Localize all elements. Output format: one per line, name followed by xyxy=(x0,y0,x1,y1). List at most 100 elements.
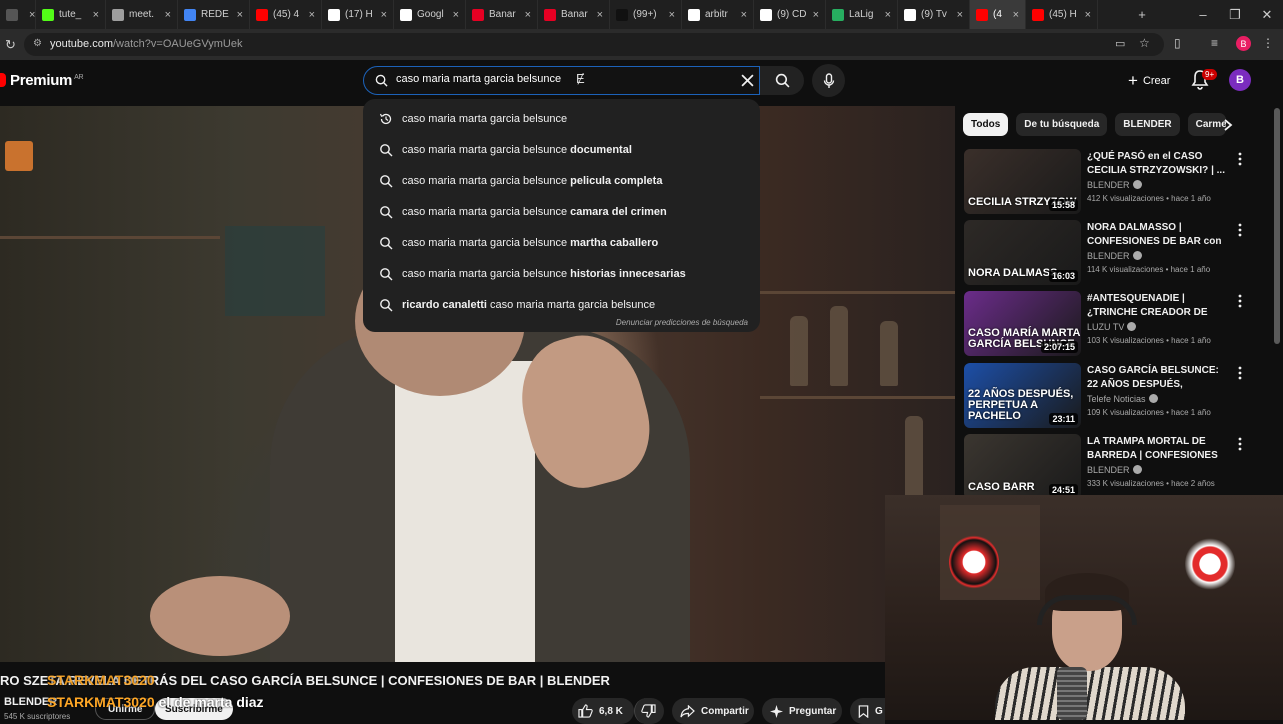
recommended-channel[interactable]: LUZU TV xyxy=(1087,322,1137,332)
browser-tab[interactable]: tute_ × xyxy=(36,0,106,29)
browser-menu-icon[interactable]: ⋮ xyxy=(1262,36,1274,50)
like-button[interactable]: 6,8 K xyxy=(572,698,634,724)
share-button[interactable]: Compartir xyxy=(672,698,754,724)
recommended-video[interactable]: CECILIA STRZYZOW 15:58 ¿QUÉ PASÓ en el CAS… xyxy=(963,149,1263,217)
search-box[interactable]: caso maria marta garcia belsunce Ɇ xyxy=(363,66,760,95)
more-options-icon[interactable] xyxy=(1235,293,1245,309)
clear-search-icon[interactable] xyxy=(741,74,754,87)
save-button[interactable]: G xyxy=(850,698,885,724)
close-tab-icon[interactable]: × xyxy=(453,9,459,21)
video-thumbnail[interactable]: NORA DALMASS 16:03 xyxy=(964,220,1081,285)
background-bottle xyxy=(790,316,808,386)
create-button[interactable]: + Crear xyxy=(1118,67,1180,94)
browser-tab[interactable]: (9) CD × xyxy=(754,0,826,29)
cast-icon[interactable]: ▭ xyxy=(1115,37,1125,50)
recommended-video[interactable]: CASO BARR 24:51 LA TRAMPA MORTAL DE BARRED… xyxy=(963,434,1263,495)
close-tab-icon[interactable]: × xyxy=(957,9,963,21)
dislike-button[interactable] xyxy=(634,698,664,724)
browser-tab[interactable]: meet. × xyxy=(106,0,178,29)
search-suggestion[interactable]: ricardo canaletti caso maria marta garci… xyxy=(363,289,760,320)
close-tab-icon[interactable]: × xyxy=(1085,9,1091,21)
close-window-icon[interactable]: ✕ xyxy=(1252,0,1282,29)
browser-address-bar: ↻ ⚙ youtube.com/watch?v=OAUeGVymUek ▭ ☆ … xyxy=(0,29,1283,60)
browser-tab[interactable]: LaLig × xyxy=(826,0,898,29)
tab-title: (45) H xyxy=(1049,9,1077,20)
recommended-title[interactable]: LA TRAMPA MORTAL DE BARREDA | CONFESIONE… xyxy=(1087,435,1229,463)
more-options-icon[interactable] xyxy=(1235,222,1245,238)
browser-tab[interactable]: (45) 4 × xyxy=(250,0,322,29)
close-tab-icon[interactable]: × xyxy=(381,9,387,21)
search-suggestion[interactable]: caso maria marta garcia belsunce xyxy=(363,103,760,134)
search-suggestion[interactable]: caso maria marta garcia belsunce martha … xyxy=(363,227,760,258)
ask-button[interactable]: Preguntar xyxy=(762,698,842,724)
filter-chip[interactable]: De tu búsqueda xyxy=(1016,113,1108,136)
recommended-channel[interactable]: BLENDER xyxy=(1087,465,1142,475)
recommended-channel[interactable]: Telefe Noticias xyxy=(1087,394,1158,404)
browser-tab[interactable]: H× xyxy=(0,0,36,29)
video-thumbnail[interactable]: CECILIA STRZYZOW 15:58 xyxy=(964,149,1081,214)
close-tab-icon[interactable]: × xyxy=(93,9,99,21)
close-tab-icon[interactable]: × xyxy=(1013,9,1019,21)
close-tab-icon[interactable]: × xyxy=(669,9,675,21)
more-options-icon[interactable] xyxy=(1235,365,1245,381)
search-suggestion[interactable]: caso maria marta garcia belsunce pelicul… xyxy=(363,165,760,196)
site-info-icon[interactable]: ⚙ xyxy=(33,38,42,49)
recommended-video[interactable]: 22 AÑOS DESPUÉS, PERPETUA A PACHELO 23:11… xyxy=(963,363,1263,431)
recommended-video[interactable]: NORA DALMASS 16:03 NORA DALMASSO | CONFESI… xyxy=(963,220,1263,288)
video-thumbnail[interactable]: CASO MARÍA MARTA GARCÍA BELSUNCE 2:07:15 xyxy=(964,291,1081,356)
browser-tab[interactable]: (9) Tv × xyxy=(898,0,970,29)
more-options-icon[interactable] xyxy=(1235,436,1245,452)
account-avatar[interactable]: B xyxy=(1229,69,1251,91)
voice-search-button[interactable] xyxy=(812,64,845,97)
browser-tab[interactable]: arbitr × xyxy=(682,0,754,29)
close-tab-icon[interactable]: × xyxy=(525,9,531,21)
browser-tab[interactable]: REDE × xyxy=(178,0,250,29)
browser-tab[interactable]: Googl × xyxy=(394,0,466,29)
recommended-title[interactable]: #ANTESQUENADIE | ¿TRINCHE CREADOR DE CHA… xyxy=(1087,292,1229,320)
streamer-webcam-overlay xyxy=(885,495,1283,720)
browser-tab[interactable]: (99+) × xyxy=(610,0,682,29)
browser-tab[interactable]: (4 × xyxy=(970,0,1026,29)
new-tab-button[interactable]: + xyxy=(1127,0,1157,29)
maximize-icon[interactable]: ❐ xyxy=(1220,0,1250,29)
scrollbar-thumb[interactable] xyxy=(1274,108,1280,344)
close-tab-icon[interactable]: × xyxy=(165,9,171,21)
chevron-right-icon[interactable] xyxy=(1220,116,1236,134)
close-tab-icon[interactable]: × xyxy=(29,9,35,21)
bookmark-star-icon[interactable]: ☆ xyxy=(1139,36,1150,50)
more-options-icon[interactable] xyxy=(1235,151,1245,167)
search-suggestion[interactable]: caso maria marta garcia belsunce documen… xyxy=(363,134,760,165)
search-button[interactable] xyxy=(760,66,804,95)
close-tab-icon[interactable]: × xyxy=(741,9,747,21)
close-tab-icon[interactable]: × xyxy=(309,9,315,21)
recommended-video[interactable]: CASO MARÍA MARTA GARCÍA BELSUNCE 2:07:15 #… xyxy=(963,291,1263,359)
search-suggestion[interactable]: caso maria marta garcia belsunce camara … xyxy=(363,196,760,227)
minimize-icon[interactable]: – xyxy=(1188,0,1218,29)
report-predictions-link[interactable]: Denunciar predicciones de búsqueda xyxy=(616,318,748,327)
browser-tab[interactable]: (17) H × xyxy=(322,0,394,29)
reload-icon[interactable]: ↻ xyxy=(5,37,16,53)
video-thumbnail[interactable]: CASO BARR 24:51 xyxy=(964,434,1081,495)
recommended-title[interactable]: ¿QUÉ PASÓ en el CASO CECILIA STRZYZOWSKI… xyxy=(1087,150,1229,178)
browser-tab[interactable]: Banar × xyxy=(466,0,538,29)
media-controls-icon[interactable]: ≡ xyxy=(1211,36,1218,50)
youtube-premium-logo[interactable]: Premium AR xyxy=(0,72,84,89)
filter-chip[interactable]: BLENDER xyxy=(1115,113,1180,136)
browser-tab[interactable]: Banar × xyxy=(538,0,610,29)
url-field[interactable]: ⚙ youtube.com/watch?v=OAUeGVymUek xyxy=(24,33,1164,56)
recommended-channel[interactable]: BLENDER xyxy=(1087,180,1142,190)
filter-chip[interactable]: Todos xyxy=(963,113,1009,136)
profile-avatar[interactable]: B xyxy=(1236,36,1251,51)
search-suggestion[interactable]: caso maria marta garcia belsunce histori… xyxy=(363,258,760,289)
close-tab-icon[interactable]: × xyxy=(597,9,603,21)
recommended-channel[interactable]: BLENDER xyxy=(1087,251,1142,261)
recommended-title[interactable]: NORA DALMASSO | CONFESIONES DE BAR con .… xyxy=(1087,221,1229,249)
browser-tab[interactable]: (45) H × xyxy=(1026,0,1098,29)
video-thumbnail[interactable]: 22 AÑOS DESPUÉS, PERPETUA A PACHELO 23:11 xyxy=(964,363,1081,428)
close-tab-icon[interactable]: × xyxy=(885,9,891,21)
recommended-title[interactable]: CASO GARCÍA BELSUNCE: 22 AÑOS DESPUÉS, P… xyxy=(1087,364,1229,392)
close-tab-icon[interactable]: × xyxy=(237,9,243,21)
extensions-icon[interactable]: ▯ xyxy=(1174,36,1181,50)
search-input[interactable]: caso maria marta garcia belsunce xyxy=(396,73,561,85)
close-tab-icon[interactable]: × xyxy=(813,9,819,21)
